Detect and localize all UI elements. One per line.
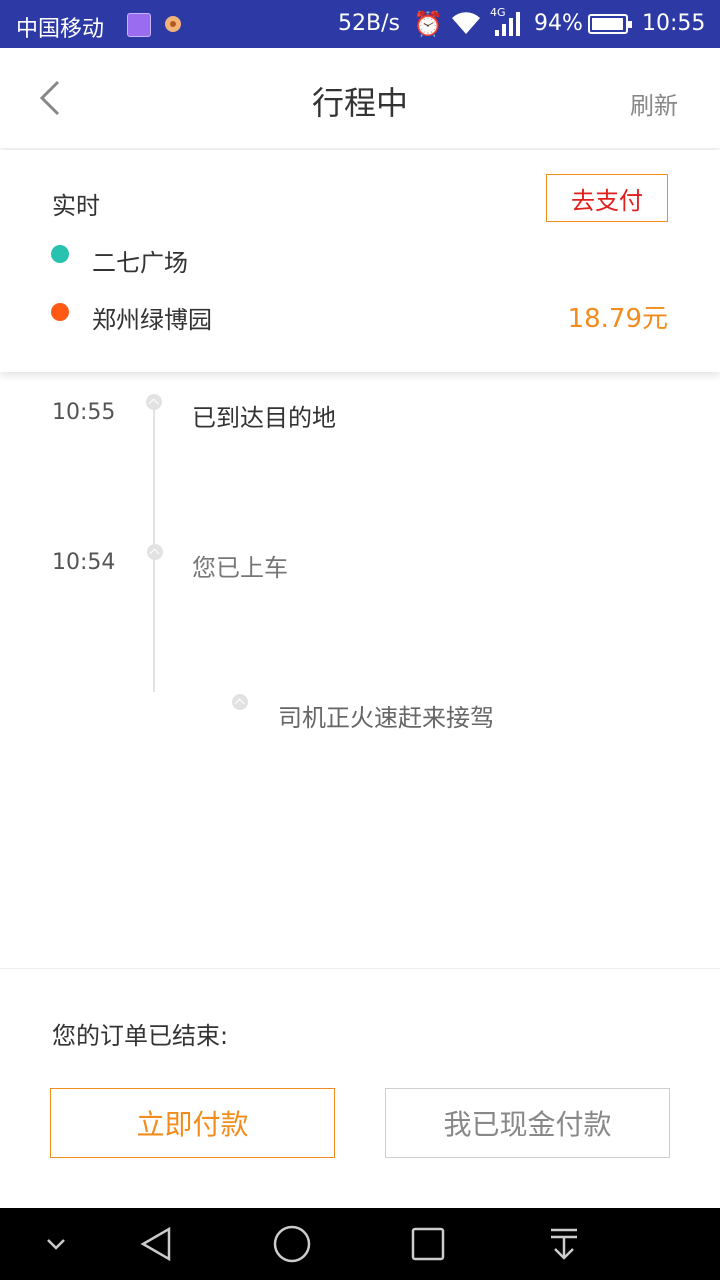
end-location: 郑州绿博园 xyxy=(92,306,212,334)
end-dot-icon xyxy=(51,303,69,321)
timeline-text: 已到达目的地 xyxy=(192,404,336,432)
chevron-up-icon xyxy=(146,394,162,410)
chevron-up-icon xyxy=(232,694,248,710)
battery-icon xyxy=(588,14,632,34)
paid-cash-button[interactable]: 我已现金付款 xyxy=(385,1088,670,1158)
timeline-time: 10:54 xyxy=(52,550,116,575)
trip-price: 18.79元 xyxy=(567,304,668,334)
gallery-notification-icon xyxy=(127,13,151,37)
timeline-text: 您已上车 xyxy=(192,554,288,582)
trip-timeline: 10:55 已到达目的地 10:54 您已上车 司机正火速赶来接驾 xyxy=(0,372,720,968)
start-location: 二七广场 xyxy=(92,249,188,277)
home-icon[interactable] xyxy=(270,1208,314,1280)
wifi-icon xyxy=(450,8,482,44)
app-header: 行程中 刷新 xyxy=(0,48,720,148)
net-speed: 52B/s xyxy=(338,11,400,36)
refresh-button[interactable]: 刷新 xyxy=(630,86,678,121)
order-status-message: 您的订单已结束: xyxy=(52,1022,229,1050)
trip-card: 实时 去支付 二七广场 郑州绿博园 18.79元 xyxy=(0,150,720,372)
recent-apps-icon[interactable] xyxy=(410,1208,446,1280)
alarm-icon: ⏰ xyxy=(413,10,443,38)
status-time: 10:55 xyxy=(642,11,706,36)
page-title: 行程中 xyxy=(311,84,408,122)
start-dot-icon xyxy=(51,245,69,263)
status-bar: 中国移动 52B/s ⏰ 4G 94% 10:55 xyxy=(0,0,720,48)
notification-pulldown-icon[interactable] xyxy=(546,1208,582,1280)
system-nav-bar xyxy=(0,1208,720,1280)
go-pay-button[interactable]: 去支付 xyxy=(546,174,668,222)
app-notification-icon xyxy=(165,16,181,32)
pay-now-button[interactable]: 立即付款 xyxy=(50,1088,335,1158)
trip-type: 实时 xyxy=(52,192,100,220)
chevron-up-icon xyxy=(147,544,163,560)
timeline-text: 司机正火速赶来接驾 xyxy=(278,704,494,732)
divider xyxy=(0,968,720,969)
timeline-time: 10:55 xyxy=(52,400,116,425)
chevron-down-icon[interactable] xyxy=(40,1208,72,1280)
carrier-label: 中国移动 xyxy=(16,17,105,42)
battery-percent: 94% xyxy=(534,11,583,36)
back-icon[interactable] xyxy=(136,1208,176,1280)
signal-icon xyxy=(494,10,524,44)
